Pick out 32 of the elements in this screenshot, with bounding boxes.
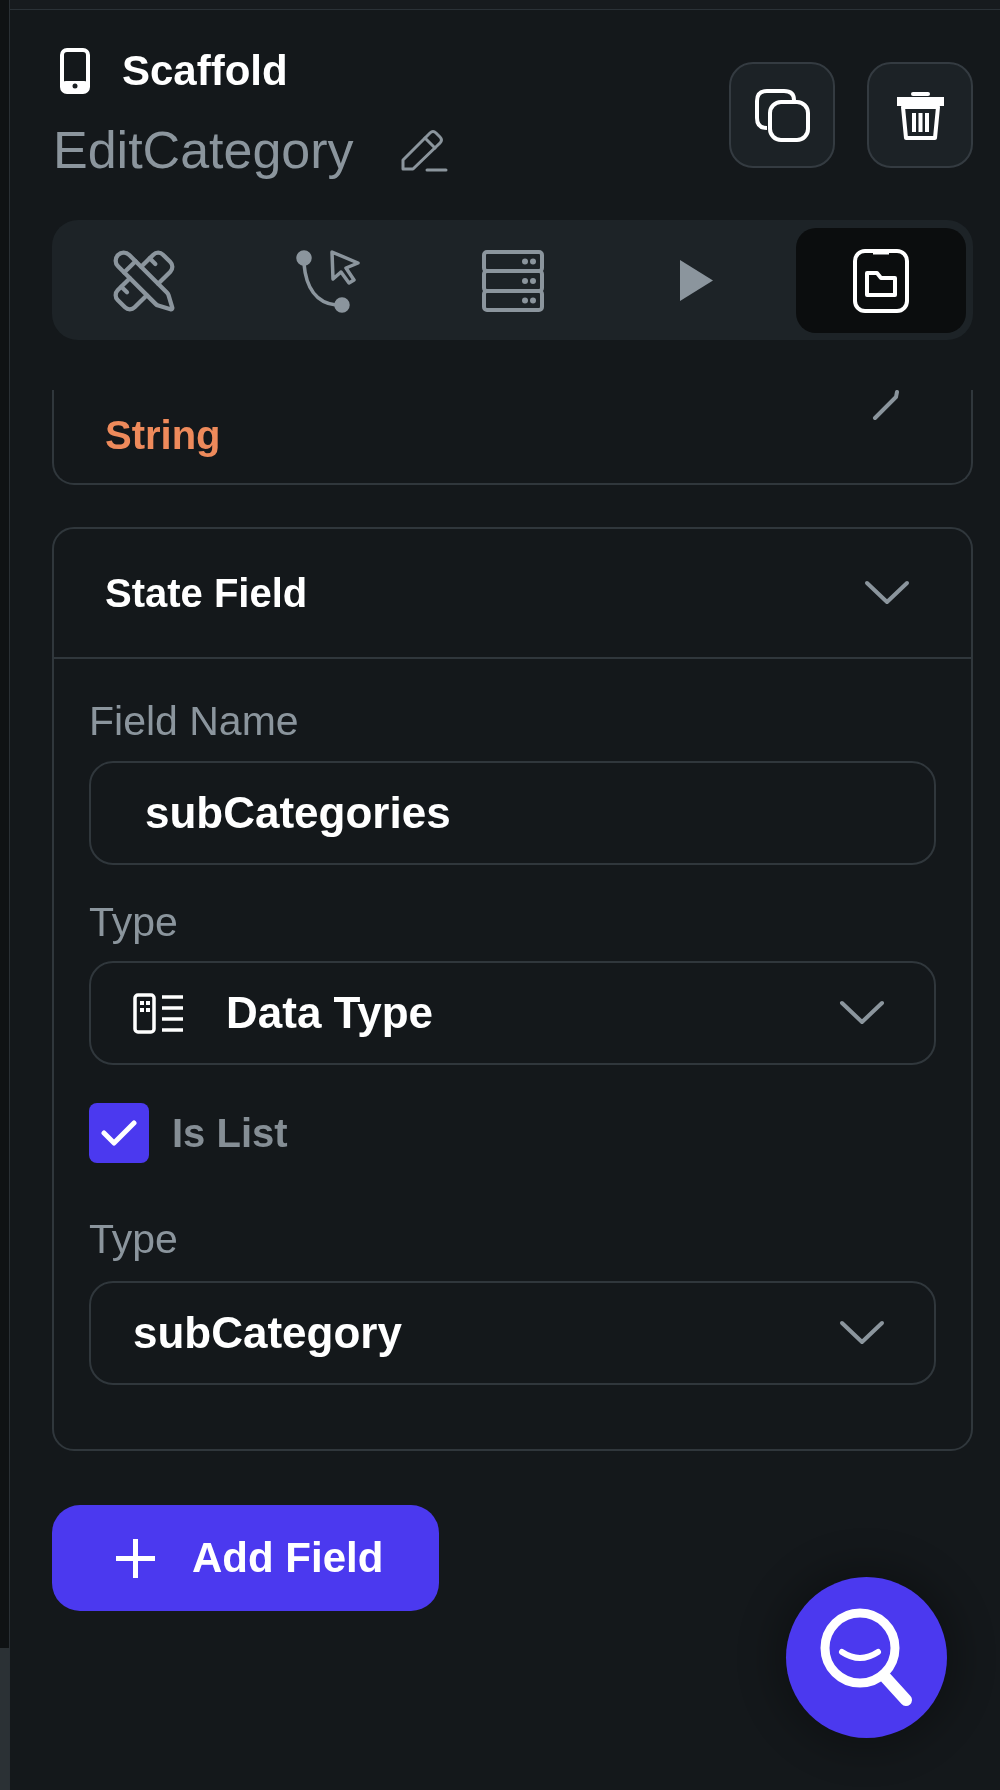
server-icon bbox=[480, 248, 545, 313]
page-name: EditCategory bbox=[53, 122, 354, 178]
trash-icon bbox=[896, 90, 944, 140]
dropdown[interactable]: subCategory bbox=[89, 1281, 936, 1385]
copy-icon bbox=[754, 88, 810, 142]
field-label: Type bbox=[89, 898, 179, 946]
checkbox[interactable] bbox=[89, 1103, 149, 1163]
checkbox-label: Is List bbox=[172, 1110, 288, 1157]
add-field-button[interactable]: Add Field bbox=[52, 1505, 440, 1611]
duplicate-button[interactable] bbox=[729, 62, 835, 168]
pencil-icon[interactable] bbox=[399, 128, 448, 172]
card-title: State Field bbox=[105, 570, 308, 617]
field-label: Type bbox=[89, 1215, 179, 1263]
chevron-down-icon[interactable] bbox=[864, 580, 910, 606]
widget-type-label: Scaffold bbox=[122, 47, 288, 95]
field-type: String bbox=[105, 412, 221, 459]
phone-icon bbox=[60, 48, 90, 94]
data-type-icon bbox=[133, 992, 185, 1034]
checkmark-icon bbox=[101, 1120, 137, 1146]
plus-icon bbox=[116, 1538, 155, 1578]
folder-icon bbox=[852, 248, 909, 313]
chevron-down-icon bbox=[839, 1320, 885, 1346]
field-label: Field Name bbox=[89, 697, 300, 745]
search-icon bbox=[820, 1608, 913, 1707]
chevron-down-icon bbox=[839, 1000, 885, 1026]
delete-button[interactable] bbox=[867, 62, 973, 168]
play-icon bbox=[680, 260, 714, 301]
dropdown[interactable]: Data Type bbox=[89, 961, 936, 1065]
input-field[interactable]: subCategories bbox=[89, 761, 936, 865]
branch-cursor-icon bbox=[296, 248, 361, 313]
diagonal-line-icon bbox=[872, 390, 900, 421]
tab[interactable] bbox=[795, 228, 966, 333]
